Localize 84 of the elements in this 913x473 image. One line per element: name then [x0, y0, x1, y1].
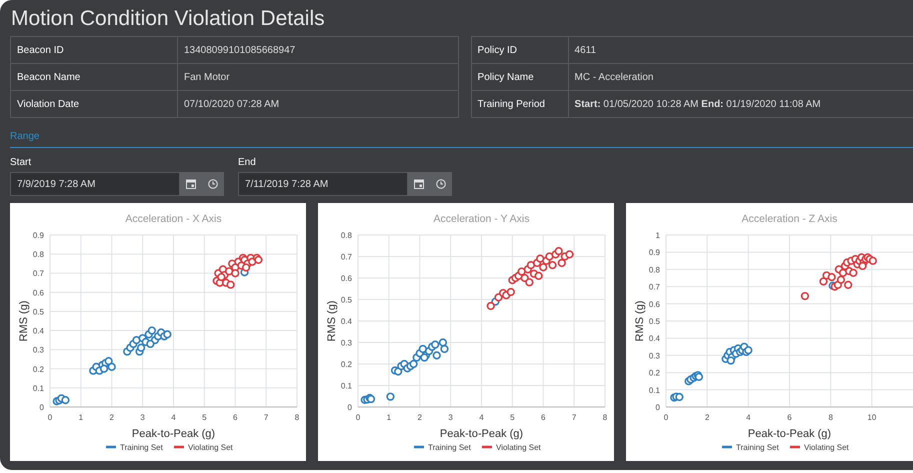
x-tick-label: 7	[264, 413, 268, 422]
y-tick-label: 0.6	[648, 300, 660, 309]
field-value: Fan Motor	[184, 72, 230, 82]
x-tick-label: 4	[746, 413, 751, 422]
y-tick-label: 0.9	[32, 231, 44, 240]
x-tick-label: 5	[202, 413, 207, 422]
field-label: Policy ID	[478, 44, 517, 56]
x-axis-title: Peak-to-Peak (g)	[748, 428, 832, 440]
y-tick-label: 0.7	[648, 282, 660, 292]
y-tick-label: 0.3	[648, 351, 660, 360]
y-tick-label: 0.5	[648, 317, 660, 326]
field-value: 07/10/2020 07:28 AM	[184, 98, 280, 110]
y-tick-label: 0.4	[648, 334, 660, 344]
y-tick-label: 0.8	[648, 265, 660, 274]
x-tick-label: 2	[418, 413, 422, 422]
field-value: 13408099101085668947	[184, 44, 296, 56]
x-tick-label: 8	[602, 413, 608, 422]
date-label: Start	[10, 157, 32, 168]
y-tick-label: 0	[348, 403, 352, 412]
field-label: Training Period	[478, 98, 545, 110]
y-tick-label: 0.4	[32, 326, 44, 336]
x-tick-label: 0	[664, 413, 668, 422]
y-tick-label: 0.8	[32, 250, 44, 260]
x-tick-label: 7	[572, 413, 576, 422]
y-tick-label: 0.2	[32, 364, 44, 374]
y-tick-label: 0.3	[32, 346, 44, 355]
x-tick-label: 5	[510, 413, 515, 422]
y-tick-label: 0.7	[32, 269, 44, 278]
y-tick-label: 0.3	[340, 338, 352, 348]
x-tick-label: 3	[140, 413, 145, 422]
x-tick-label: 1	[386, 413, 392, 422]
y-tick-label: 0.6	[32, 288, 44, 298]
y-tick-label: 0.9	[648, 248, 660, 258]
field-value: MC - Acceleration	[574, 72, 654, 82]
y-tick-label: 0.7	[340, 252, 352, 262]
x-tick-label: 10	[867, 413, 876, 422]
chart-title: Acceleration - Y Axis	[434, 213, 530, 225]
x-tick-label: 2	[110, 413, 114, 422]
y-tick-label: 0	[40, 403, 44, 412]
chart-title: Acceleration - X Axis	[125, 213, 222, 225]
legend-label: Violating Set	[496, 443, 541, 452]
y-tick-label: 0.1	[648, 386, 660, 395]
y-tick-label: 0	[656, 403, 660, 412]
x-tick-label: 0	[48, 413, 52, 422]
legend-label: Training Set	[428, 443, 471, 452]
x-tick-label: 2	[704, 413, 710, 422]
field-value: Start: 01/05/2020 10:28 AM End: 01/19/2020 11:08 AM	[574, 98, 821, 110]
y-tick-label: 0.4	[340, 317, 352, 326]
y-tick-label: 0.2	[340, 360, 352, 369]
y-tick-label: 1	[656, 231, 660, 240]
y-tick-label: 0.5	[32, 307, 44, 316]
x-axis-title: Peak-to-Peak (g)	[440, 428, 524, 440]
field-label: Beacon ID	[17, 44, 64, 56]
field-label: Beacon Name	[17, 72, 80, 82]
y-axis-title: RMS (g)	[18, 300, 30, 342]
x-tick-label: 4	[479, 413, 484, 422]
y-tick-label: 0.1	[32, 384, 44, 393]
field-label: Policy Name	[478, 72, 534, 82]
x-axis-title: Peak-to-Peak (g)	[132, 428, 216, 440]
legend-label: Training Set	[120, 443, 163, 452]
y-tick-label: 0.6	[340, 274, 352, 283]
x-tick-label: 6	[233, 413, 238, 422]
field-label: Violation Date	[17, 98, 80, 110]
legend-label: Training Set	[736, 443, 779, 452]
y-axis-title: RMS (g)	[634, 300, 646, 342]
y-tick-label: 0.1	[340, 382, 352, 390]
x-tick-label: 4	[171, 413, 176, 422]
y-tick-label: 0.2	[648, 368, 660, 378]
y-tick-label: 0.8	[340, 231, 352, 240]
chart-title: Acceleration - Z Axis	[742, 213, 838, 225]
y-tick-label: 0.5	[340, 296, 352, 304]
x-tick-label: 3	[448, 413, 453, 422]
x-tick-label: 0	[356, 413, 360, 422]
x-tick-label: 8	[294, 413, 300, 422]
page-title: Motion Condition Violation Details	[10, 6, 326, 30]
y-axis-title: RMS (g)	[326, 300, 338, 342]
x-tick-label: 8	[828, 413, 833, 422]
legend-label: Violating Set	[188, 443, 233, 452]
x-tick-label: 6	[541, 413, 546, 422]
x-tick-label: 1	[78, 413, 84, 422]
date-label: End	[238, 157, 257, 168]
field-value: 4611	[574, 44, 596, 56]
legend-label: Violating Set	[804, 443, 849, 452]
x-tick-label: 6	[787, 413, 792, 422]
